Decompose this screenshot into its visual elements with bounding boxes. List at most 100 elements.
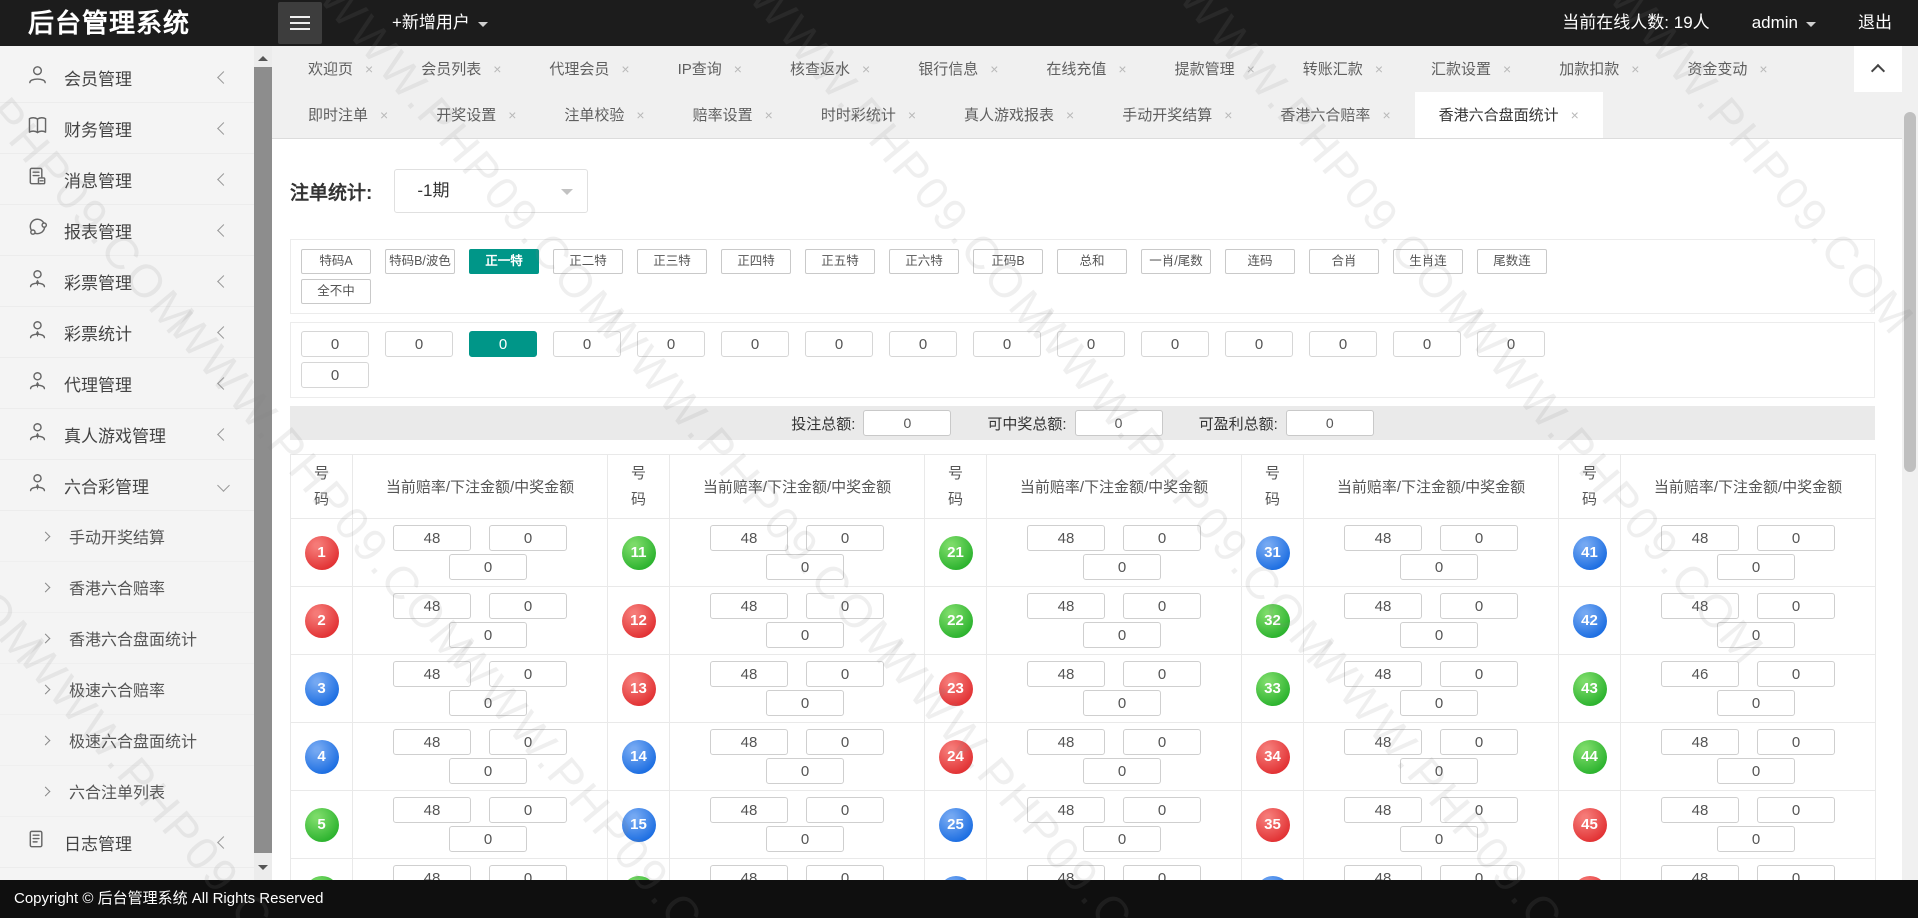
tab-close-icon[interactable]: × [990,61,998,77]
stat-input[interactable] [1309,331,1377,357]
win-input[interactable] [766,622,844,648]
tab-汇款设置[interactable]: 汇款设置× [1407,46,1535,92]
odds-input[interactable] [393,729,471,755]
stat-input[interactable] [805,331,873,357]
new-user-dropdown[interactable]: +新增用户 [392,0,488,46]
bet-input[interactable] [489,865,567,880]
odds-input[interactable] [710,525,788,551]
odds-input[interactable] [1027,865,1105,880]
odds-input[interactable] [1027,525,1105,551]
tab-手动开奖结算[interactable]: 手动开奖结算× [1098,92,1256,138]
play-type-button[interactable]: 正三特 [637,249,707,274]
odds-input[interactable] [1661,865,1739,880]
odds-input[interactable] [710,593,788,619]
bet-input[interactable] [1757,865,1835,880]
win-input[interactable] [1400,690,1478,716]
bet-input[interactable] [1440,525,1518,551]
tab-close-icon[interactable]: × [380,107,388,123]
win-input[interactable] [1083,826,1161,852]
win-input[interactable] [449,690,527,716]
win-input[interactable] [766,826,844,852]
tab-close-icon[interactable]: × [508,107,516,123]
tab-银行信息[interactable]: 银行信息× [894,46,1022,92]
tab-加款扣款[interactable]: 加款扣款× [1535,46,1663,92]
sidebar-subitem[interactable]: 香港六合赔率 [0,562,254,613]
page-scrollbar[interactable] [1902,46,1918,880]
win-input[interactable] [1400,826,1478,852]
play-type-button[interactable]: 正一特 [469,249,539,274]
summary-input[interactable] [1075,410,1163,436]
odds-input[interactable] [710,865,788,880]
stat-input[interactable] [301,331,369,357]
bet-input[interactable] [1123,661,1201,687]
play-type-button[interactable]: 正六特 [889,249,959,274]
tab-在线充值[interactable]: 在线充值× [1022,46,1150,92]
win-input[interactable] [449,554,527,580]
win-input[interactable] [1083,690,1161,716]
bet-input[interactable] [1757,729,1835,755]
page-scrollbar-thumb[interactable] [1904,112,1916,472]
tab-close-icon[interactable]: × [734,61,742,77]
odds-input[interactable] [1344,797,1422,823]
win-input[interactable] [1400,758,1478,784]
stat-input[interactable] [553,331,621,357]
bet-input[interactable] [1440,865,1518,880]
stat-input[interactable] [973,331,1041,357]
tab-欢迎页[interactable]: 欢迎页× [284,46,397,92]
odds-input[interactable] [1027,797,1105,823]
sidebar-subitem[interactable]: 手动开奖结算 [0,511,254,562]
tab-close-icon[interactable]: × [1571,107,1579,123]
sidebar-item[interactable]: 报表管理 [0,205,254,256]
tab-close-icon[interactable]: × [1382,107,1390,123]
odds-input[interactable] [1027,593,1105,619]
tab-提款管理[interactable]: 提款管理× [1151,46,1279,92]
odds-input[interactable] [1344,593,1422,619]
stat-input[interactable] [721,331,789,357]
win-input[interactable] [1083,554,1161,580]
tab-注单校验[interactable]: 注单校验× [540,92,668,138]
tab-资金变动[interactable]: 资金变动× [1663,46,1791,92]
bet-input[interactable] [1440,729,1518,755]
sidebar-scrollbar[interactable] [254,46,272,880]
stat-input[interactable] [889,331,957,357]
play-type-button[interactable]: 连码 [1225,249,1295,274]
play-type-button[interactable]: 全不中 [301,279,371,304]
play-type-button[interactable]: 尾数连 [1477,249,1547,274]
bet-input[interactable] [1440,661,1518,687]
sidebar-item[interactable]: 彩票统计 [0,307,254,358]
stat-input[interactable] [637,331,705,357]
bet-input[interactable] [1757,661,1835,687]
tab-close-icon[interactable]: × [365,61,373,77]
win-input[interactable] [766,690,844,716]
bet-input[interactable] [806,525,884,551]
period-select[interactable]: -1期 [394,169,588,213]
win-input[interactable] [1717,758,1795,784]
odds-input[interactable] [1661,525,1739,551]
summary-input[interactable] [1286,410,1374,436]
tab-close-icon[interactable]: × [1224,107,1232,123]
odds-input[interactable] [393,593,471,619]
bet-input[interactable] [806,593,884,619]
tab-时时彩统计[interactable]: 时时彩统计× [797,92,940,138]
bet-input[interactable] [1757,525,1835,551]
win-input[interactable] [1717,554,1795,580]
play-type-button[interactable]: 一肖/尾数 [1141,249,1211,274]
odds-input[interactable] [1027,661,1105,687]
sidebar-subitem[interactable]: 六合注单列表 [0,766,254,817]
sidebar-item[interactable]: 财务管理 [0,103,254,154]
tab-代理会员[interactable]: 代理会员× [525,46,653,92]
win-input[interactable] [1400,622,1478,648]
odds-input[interactable] [710,797,788,823]
tab-香港六合盘面统计[interactable]: 香港六合盘面统计× [1415,92,1603,138]
stat-input[interactable] [1477,331,1545,357]
bet-input[interactable] [806,797,884,823]
bet-input[interactable] [489,797,567,823]
tab-IP查询[interactable]: IP查询× [654,46,766,92]
odds-input[interactable] [393,797,471,823]
win-input[interactable] [449,826,527,852]
scroll-up-icon[interactable] [258,51,268,61]
bet-input[interactable] [489,661,567,687]
stat-input[interactable] [301,362,369,388]
odds-input[interactable] [710,729,788,755]
menu-toggle-button[interactable] [278,2,322,44]
